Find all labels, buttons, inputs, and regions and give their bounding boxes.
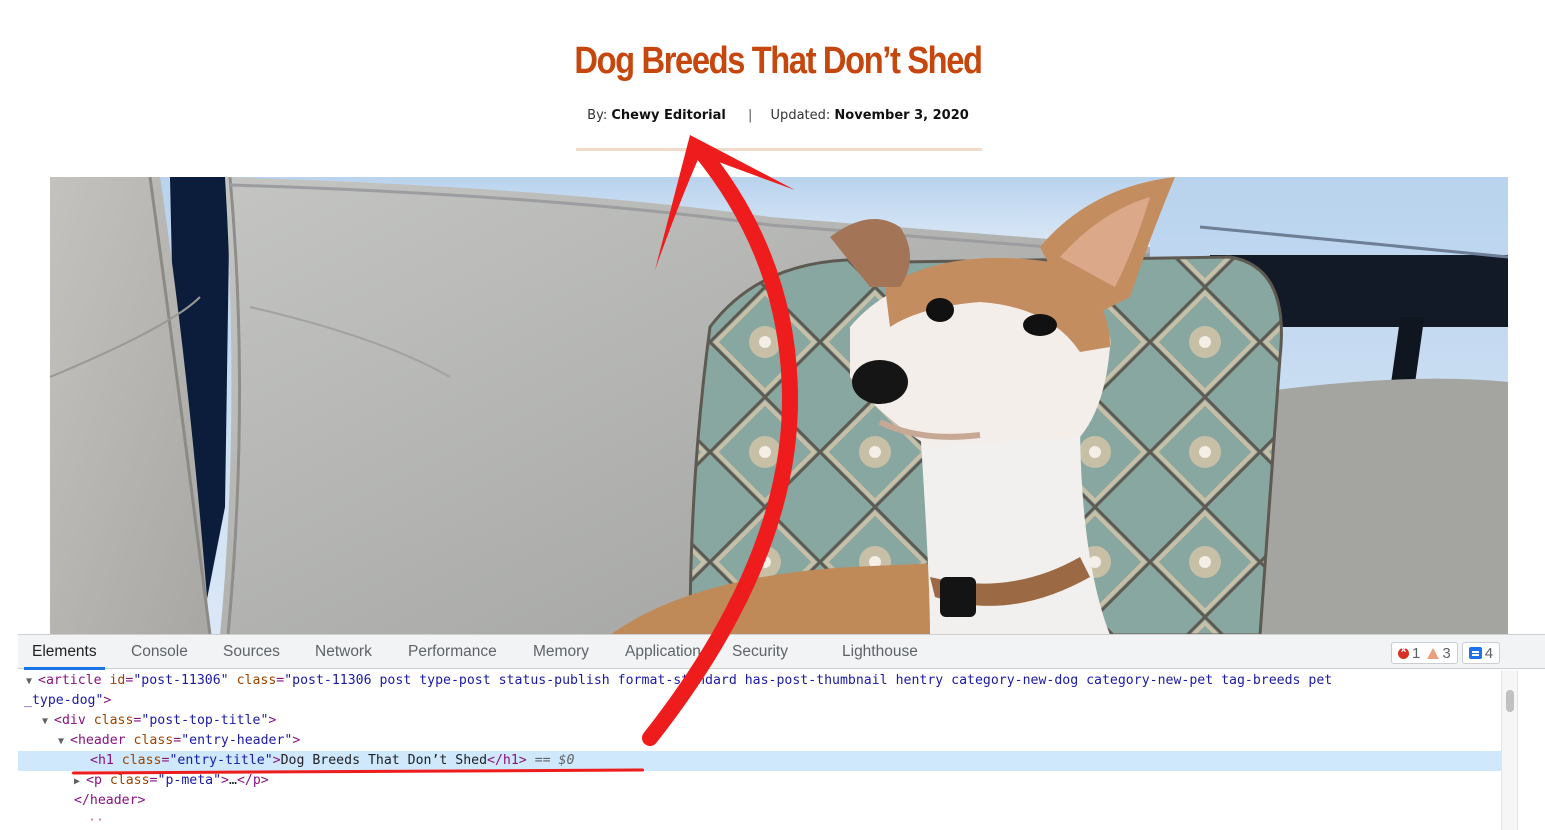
tab-network[interactable]: Network xyxy=(307,635,380,669)
messages-button[interactable]: 4 xyxy=(1461,642,1501,664)
tab-console[interactable]: Console xyxy=(123,635,196,669)
error-count: 1 xyxy=(1412,644,1421,662)
updated-date: November 3, 2020 xyxy=(834,108,969,123)
meta-separator: | xyxy=(748,108,753,123)
by-label: By: xyxy=(587,108,608,123)
message-icon xyxy=(1468,647,1482,659)
expand-triangle-icon[interactable]: ▼ xyxy=(26,672,38,692)
scrollbar-thumb[interactable] xyxy=(1506,690,1514,712)
warning-icon xyxy=(1427,647,1440,659)
devtools-tabbar: Elements Console Sources Network Perform… xyxy=(18,635,1545,670)
article-title: Dog Breeds That Don’t Shed xyxy=(574,40,983,82)
dom-node-header-close[interactable]: </header> xyxy=(18,791,1501,811)
dom-node-div[interactable]: ▼ <div class="post-top-title"> xyxy=(18,711,1501,731)
tab-sources[interactable]: Sources xyxy=(215,635,288,669)
tab-performance[interactable]: Performance xyxy=(400,635,505,669)
dom-node-header[interactable]: ▼ <header class="entry-header"> xyxy=(18,731,1501,751)
expand-triangle-icon[interactable]: ▼ xyxy=(42,712,54,732)
dom-node-article-continued: _type-dog"> xyxy=(24,693,112,708)
collapse-triangle-icon[interactable]: ▶ xyxy=(74,772,86,792)
tab-application[interactable]: Application xyxy=(617,635,709,669)
dom-node-partial: ·· xyxy=(88,813,104,821)
error-icon xyxy=(1398,645,1409,659)
dog-photo-illustration xyxy=(50,177,1508,635)
devtools-panel: Elements Console Sources Network Perform… xyxy=(18,634,1545,830)
author-link[interactable]: Chewy Editorial xyxy=(611,108,726,123)
warning-count: 3 xyxy=(1442,644,1451,662)
meta-divider xyxy=(576,148,982,151)
tab-elements[interactable]: Elements xyxy=(24,635,105,670)
message-count: 4 xyxy=(1484,644,1494,662)
dom-node-h1-selected[interactable]: <h1 class="entry-title">Dog Breeds That … xyxy=(18,751,1501,771)
console-reference: == $0 xyxy=(534,753,575,768)
tab-lighthouse[interactable]: Lighthouse xyxy=(834,635,926,669)
dom-node-p[interactable]: ▶ <p class="p-meta">…</p> xyxy=(18,771,1501,791)
tab-memory[interactable]: Memory xyxy=(525,635,597,669)
hero-image xyxy=(50,177,1508,635)
dom-node-article[interactable]: ▼ <article id="post-11306" class="post-11… xyxy=(18,671,1501,691)
article-meta: By: Chewy Editorial | Updated: November … xyxy=(0,108,1545,123)
dom-tree-scrollbar[interactable] xyxy=(1501,670,1518,830)
expand-triangle-icon[interactable]: ▼ xyxy=(58,732,70,752)
updated-label: Updated: xyxy=(770,108,831,123)
tab-security[interactable]: Security xyxy=(724,635,796,669)
dom-tree: ▼ <article id="post-11306" class="post-11… xyxy=(18,670,1501,830)
issue-counters: 1 3 4 xyxy=(1391,642,1501,664)
errors-warnings-button[interactable]: 1 3 xyxy=(1391,642,1458,664)
styles-side-pane xyxy=(1519,670,1545,830)
